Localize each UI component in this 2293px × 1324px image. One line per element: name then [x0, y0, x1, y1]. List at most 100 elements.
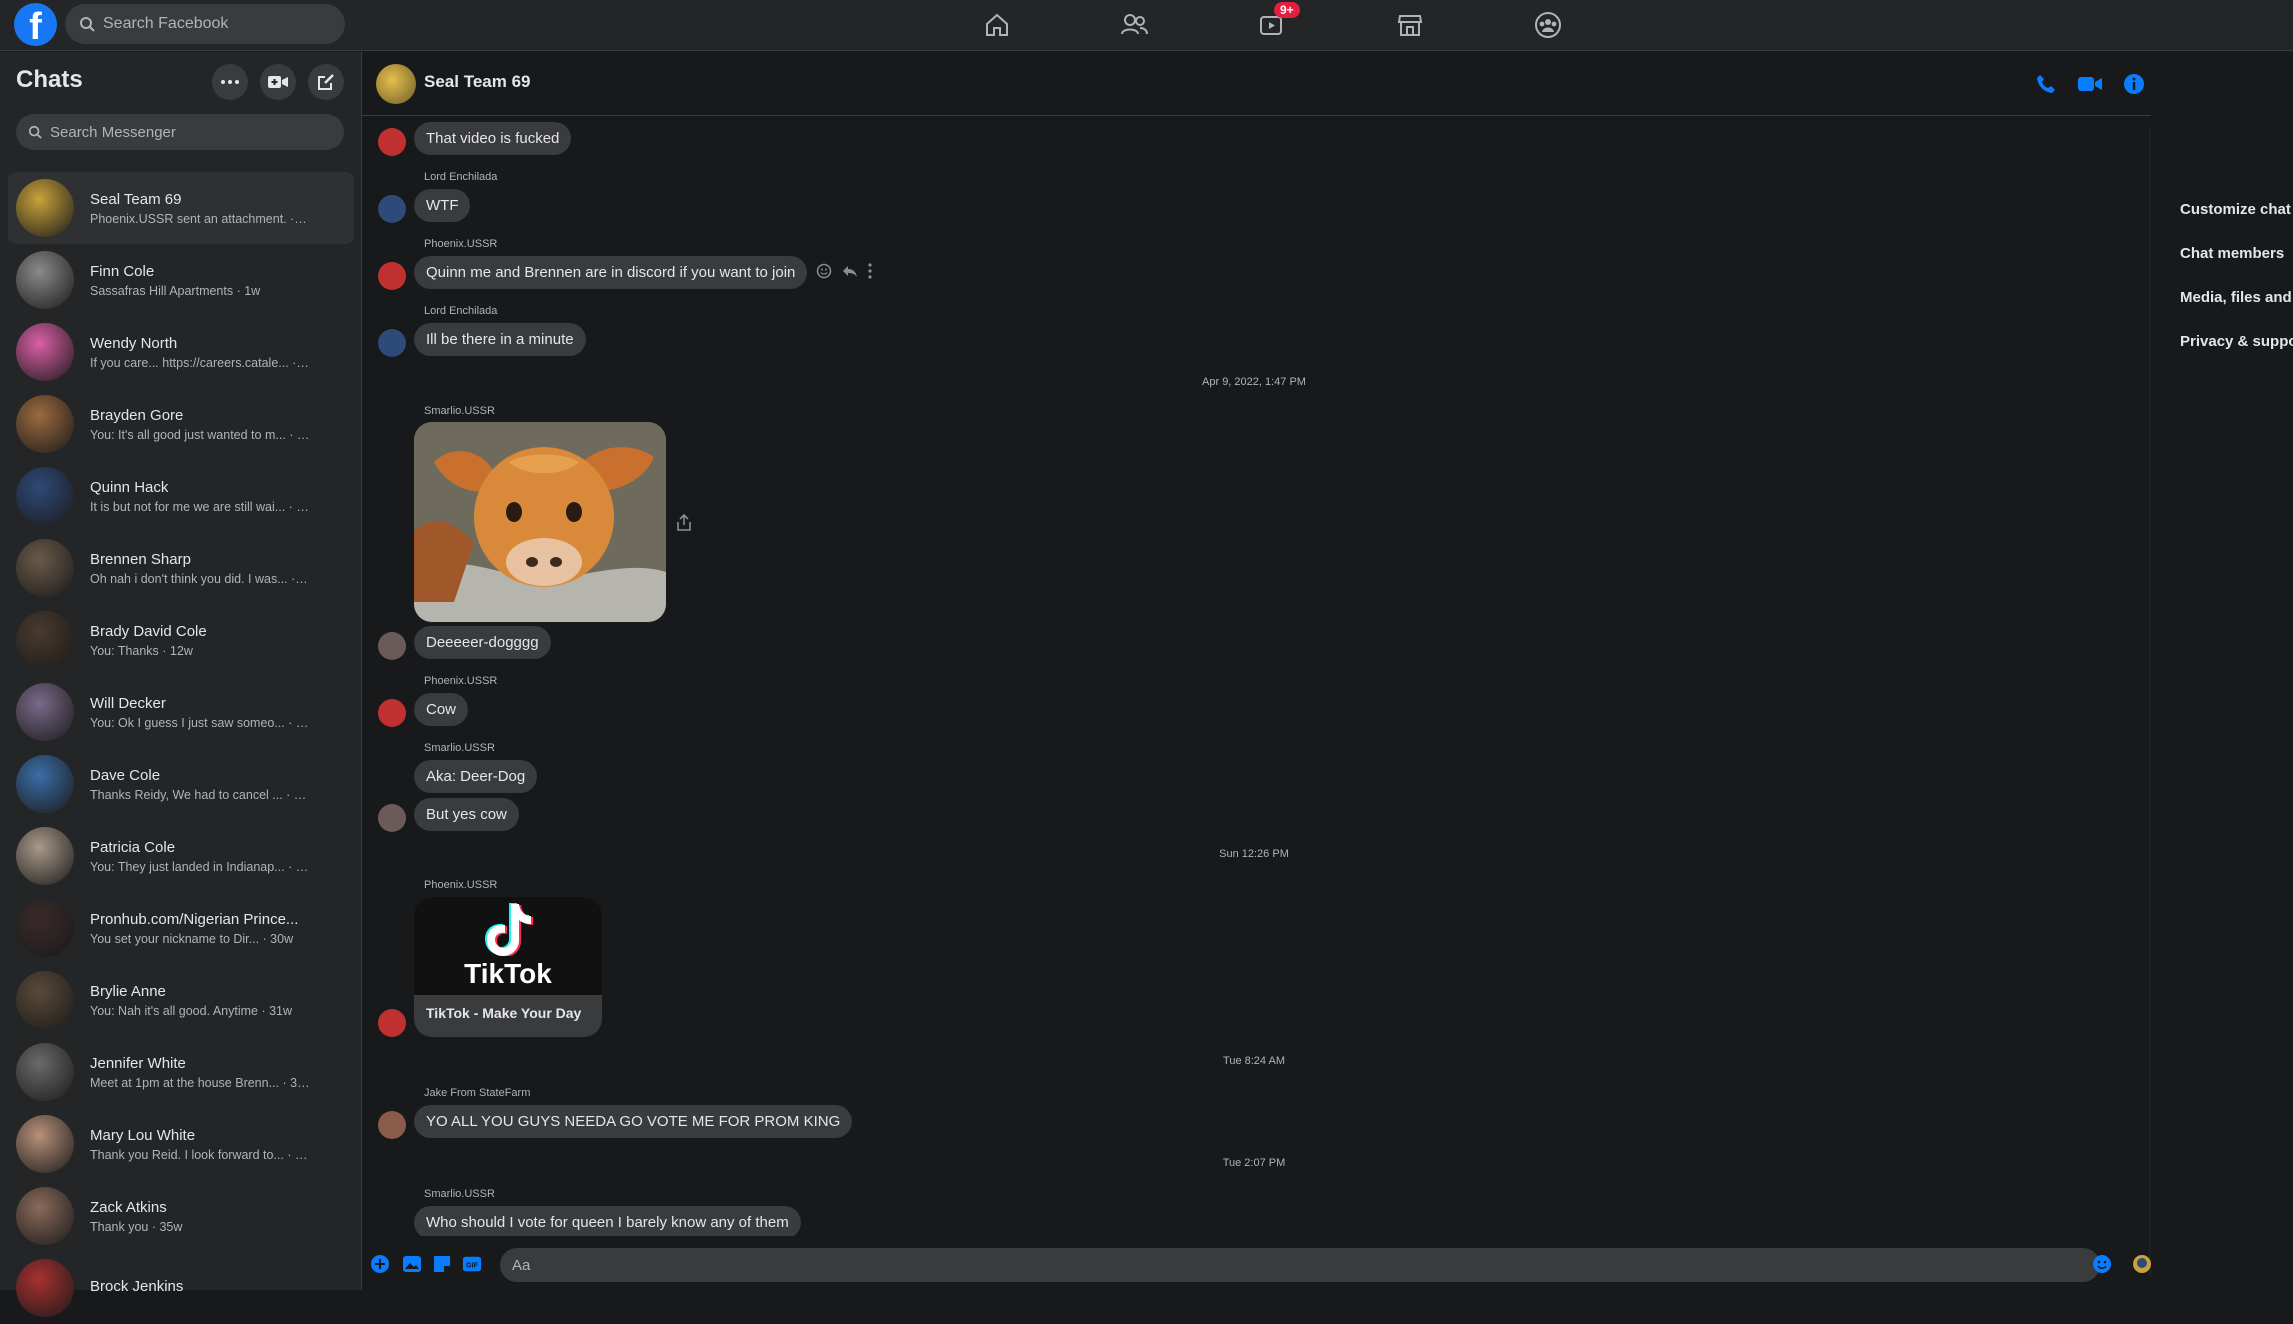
chat-name: Brennen Sharp [90, 550, 191, 568]
chat-preview: Oh nah i don't think you did. I was... ·… [90, 571, 310, 586]
chat-avatar [16, 755, 74, 813]
sender-avatar[interactable] [378, 804, 406, 832]
sender-avatar[interactable] [378, 195, 406, 223]
sender-avatar[interactable] [378, 632, 406, 660]
chat-list-item[interactable]: Will Decker You: Ok I guess I just saw so… [8, 676, 354, 748]
privacy-support-item[interactable]: Privacy & suppo [2180, 333, 2293, 350]
chat-avatar [16, 179, 74, 237]
video-plus-icon [268, 76, 288, 88]
message-bubble[interactable]: Ill be there in a minute [414, 323, 586, 356]
emoji-icon[interactable] [2092, 1254, 2112, 1274]
timestamp: Apr 9, 2022, 1:47 PM [1202, 376, 1306, 388]
search-icon [80, 17, 95, 32]
chat-list-item[interactable]: Quinn Hack It is but not for me we are st… [8, 460, 354, 532]
new-room-button[interactable] [260, 64, 296, 100]
sender-avatar[interactable] [378, 699, 406, 727]
chat-list: Seal Team 69 Phoenix.USSR sent an attachm… [8, 172, 354, 1324]
message-bubble[interactable]: Aka: Deer-Dog [414, 760, 538, 793]
chat-list-item[interactable]: Dave Cole Thanks Reidy, We had to cancel … [8, 748, 354, 820]
sticker-icon[interactable] [432, 1254, 452, 1274]
timestamp: Tue 2:07 PM [1222, 1157, 1286, 1169]
chat-list-item[interactable]: Brock Jenkins [8, 1252, 354, 1324]
tiktok-link-card[interactable]: TikTok TikTok - Make Your Day [414, 897, 602, 1037]
tiktok-note-icon [485, 903, 533, 956]
plus-icon[interactable] [370, 1254, 390, 1274]
options-button[interactable] [212, 64, 248, 100]
chat-name: Finn Cole [90, 262, 155, 280]
new-message-button[interactable] [308, 64, 344, 100]
chat-title[interactable]: Seal Team 69 [424, 72, 530, 92]
share-icon[interactable] [676, 513, 692, 537]
message-bubble[interactable]: Deeeeer-dogggg [414, 626, 551, 659]
sender-name: Phoenix.USSR [424, 238, 498, 250]
chat-avatar [16, 1187, 74, 1245]
chat-list-item[interactable]: Jennifer White Meet at 1pm at the house B… [8, 1036, 354, 1108]
tiktok-link-title: TikTok - Make Your Day [426, 1005, 582, 1021]
cow-image-attachment[interactable] [414, 422, 666, 622]
watch-icon[interactable]: 9+ [1256, 2, 1300, 41]
message-bubble[interactable]: That video is fucked [414, 122, 572, 155]
chat-avatar [16, 611, 74, 669]
chat-list-item[interactable]: Brayden Gore You: It's all good just want… [8, 388, 354, 460]
message-bubble[interactable]: WTF [414, 189, 471, 222]
gif-icon[interactable]: GIF [462, 1254, 482, 1274]
chat-preview: Thank you · 35w [90, 1219, 183, 1234]
chat-list-item[interactable]: Pronhub.com/Nigerian Prince... You set yo… [8, 892, 354, 964]
chat-avatar [16, 971, 74, 1029]
timestamp: Sun 12:26 PM [1219, 848, 1289, 860]
chat-list-item[interactable]: Brennen Sharp Oh nah i don't think you di… [8, 532, 354, 604]
chat-text: Zack Atkins Thank you · 35w [90, 1199, 310, 1234]
video-call-icon[interactable] [2076, 70, 2104, 98]
sender-name: Smarlio.USSR [424, 405, 495, 417]
chat-members-item[interactable]: Chat members [2180, 245, 2284, 262]
image-icon[interactable] [402, 1254, 422, 1274]
sender-avatar[interactable] [378, 1111, 406, 1139]
sender-name: Jake From StateFarm [424, 1087, 531, 1099]
chat-list-item[interactable]: Patricia Cole You: They just landed in In… [8, 820, 354, 892]
watch-badge: 9+ [1274, 2, 1300, 18]
message-bubble[interactable]: Quinn me and Brennen are in discord if y… [414, 256, 808, 289]
message-bubble[interactable]: YO ALL YOU GUYS NEEDA GO VOTE ME FOR PRO… [414, 1105, 853, 1138]
home-icon[interactable] [981, 9, 1013, 41]
friends-icon[interactable] [1118, 9, 1150, 41]
marketplace-icon[interactable] [1394, 9, 1426, 41]
chat-name: Quinn Hack [90, 478, 169, 496]
phone-icon[interactable] [2032, 70, 2060, 98]
chat-list-item[interactable]: Seal Team 69 Phoenix.USSR sent an attachm… [8, 172, 354, 244]
sender-avatar[interactable] [378, 329, 406, 357]
svg-text:GIF: GIF [466, 1261, 479, 1270]
message-input[interactable]: Aa [500, 1248, 2100, 1282]
media-files-item[interactable]: Media, files and [2180, 289, 2292, 306]
chat-text: Brennen Sharp Oh nah i don't think you di… [90, 551, 310, 586]
sender-avatar[interactable] [378, 128, 406, 156]
quick-reaction-icon[interactable] [2132, 1254, 2152, 1274]
chat-name: Brock Jenkins [90, 1277, 184, 1295]
message-bubble[interactable]: But yes cow [414, 798, 519, 831]
sender-avatar[interactable] [378, 262, 406, 290]
chat-avatar [16, 1115, 74, 1173]
message-bubble[interactable]: Who should I vote for queen I barely kno… [414, 1206, 801, 1236]
chat-avatar [16, 1043, 74, 1101]
customize-chat-item[interactable]: Customize chat [2180, 201, 2291, 218]
chat-preview: Sassafras Hill Apartments · 1w [90, 283, 261, 298]
groups-icon[interactable] [1532, 9, 1564, 41]
react-icon[interactable] [816, 263, 832, 279]
chat-name: Brylie Anne [90, 982, 166, 1000]
sender-avatar[interactable] [378, 1009, 406, 1037]
facebook-logo[interactable]: f [14, 3, 57, 46]
facebook-search-input[interactable]: Search Facebook [65, 4, 345, 44]
sender-name: Lord Enchilada [424, 305, 498, 317]
chat-list-item[interactable]: Brylie Anne You: Nah it's all good. Anyti… [8, 964, 354, 1036]
message-bubble[interactable]: Cow [414, 693, 469, 726]
messenger-search-input[interactable]: Search Messenger [16, 114, 344, 150]
chat-avatar[interactable] [376, 64, 416, 104]
chat-panel: Seal Team 69 That video is fucked Lord E… [362, 52, 2161, 1290]
chat-list-item[interactable]: Brady David Cole You: Thanks · 12w [8, 604, 354, 676]
info-icon[interactable] [2120, 70, 2148, 98]
chat-list-item[interactable]: Zack Atkins Thank you · 35w [8, 1180, 354, 1252]
chat-list-item[interactable]: Finn Cole Sassafras Hill Apartments · 1w [8, 244, 354, 316]
chat-list-item[interactable]: Mary Lou White Thank you Reid. I look for… [8, 1108, 354, 1180]
chat-list-item[interactable]: Wendy North If you care... https://career… [8, 316, 354, 388]
reply-icon[interactable] [842, 263, 858, 279]
more-icon[interactable] [868, 263, 872, 279]
